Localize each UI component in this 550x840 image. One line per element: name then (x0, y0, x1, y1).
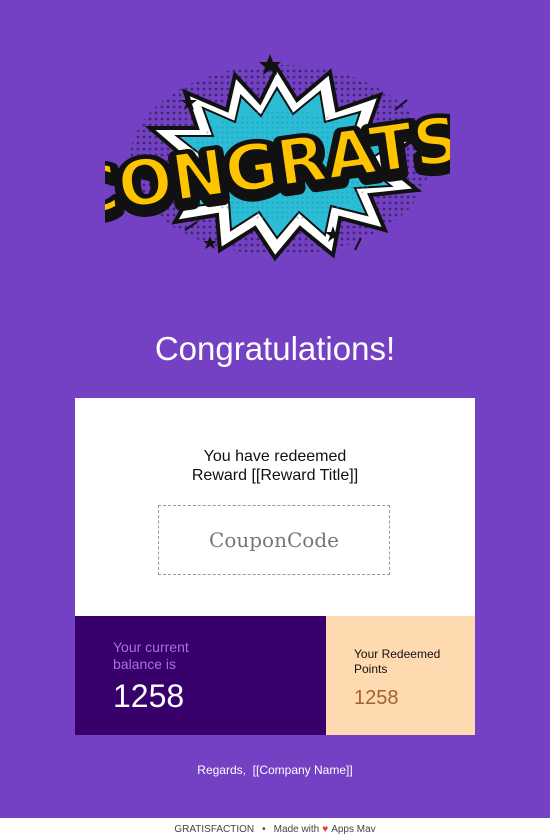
redeemed-points-label: Your Redeemed Points (354, 647, 441, 676)
footer-separator: • (262, 823, 266, 835)
email-body: CONGRATS! CONGRATS! Congratulations! You… (0, 0, 550, 818)
congrats-logo: CONGRATS! CONGRATS! (105, 50, 450, 265)
redeemed-points-panel: Your Redeemed Points 1258 (326, 616, 475, 735)
heart-icon: ♥ (322, 823, 329, 835)
balance-panel: Your current balance is 1258 (75, 616, 326, 735)
regards-signature: Regards, [[Company Name]] (197, 763, 353, 777)
redeemed-points-value: 1258 (354, 687, 399, 709)
redeem-line-2: Reward [[Reward Title]] (191, 467, 359, 484)
footer-brand[interactable]: GRATISFACTION (174, 824, 254, 835)
redeem-line-1: You have redeemed (203, 448, 347, 465)
balance-value: 1258 (113, 678, 185, 714)
redeem-message: You have redeemed Reward [[Reward Title]… (75, 447, 475, 485)
coupon-code-box[interactable]: CouponCode (158, 505, 390, 575)
footer-vendor[interactable]: Apps Mav (331, 824, 375, 835)
reward-card: You have redeemed Reward [[Reward Title]… (75, 398, 475, 616)
balance-label: Your current balance is (113, 639, 189, 672)
footer-made-with: Made with (273, 823, 320, 835)
congrats-burst-illustration: CONGRATS! CONGRATS! (105, 54, 450, 262)
footer: GRATISFACTION • Made with ♥ Apps Mav (0, 818, 550, 840)
page-title: Congratulations! (154, 330, 396, 367)
